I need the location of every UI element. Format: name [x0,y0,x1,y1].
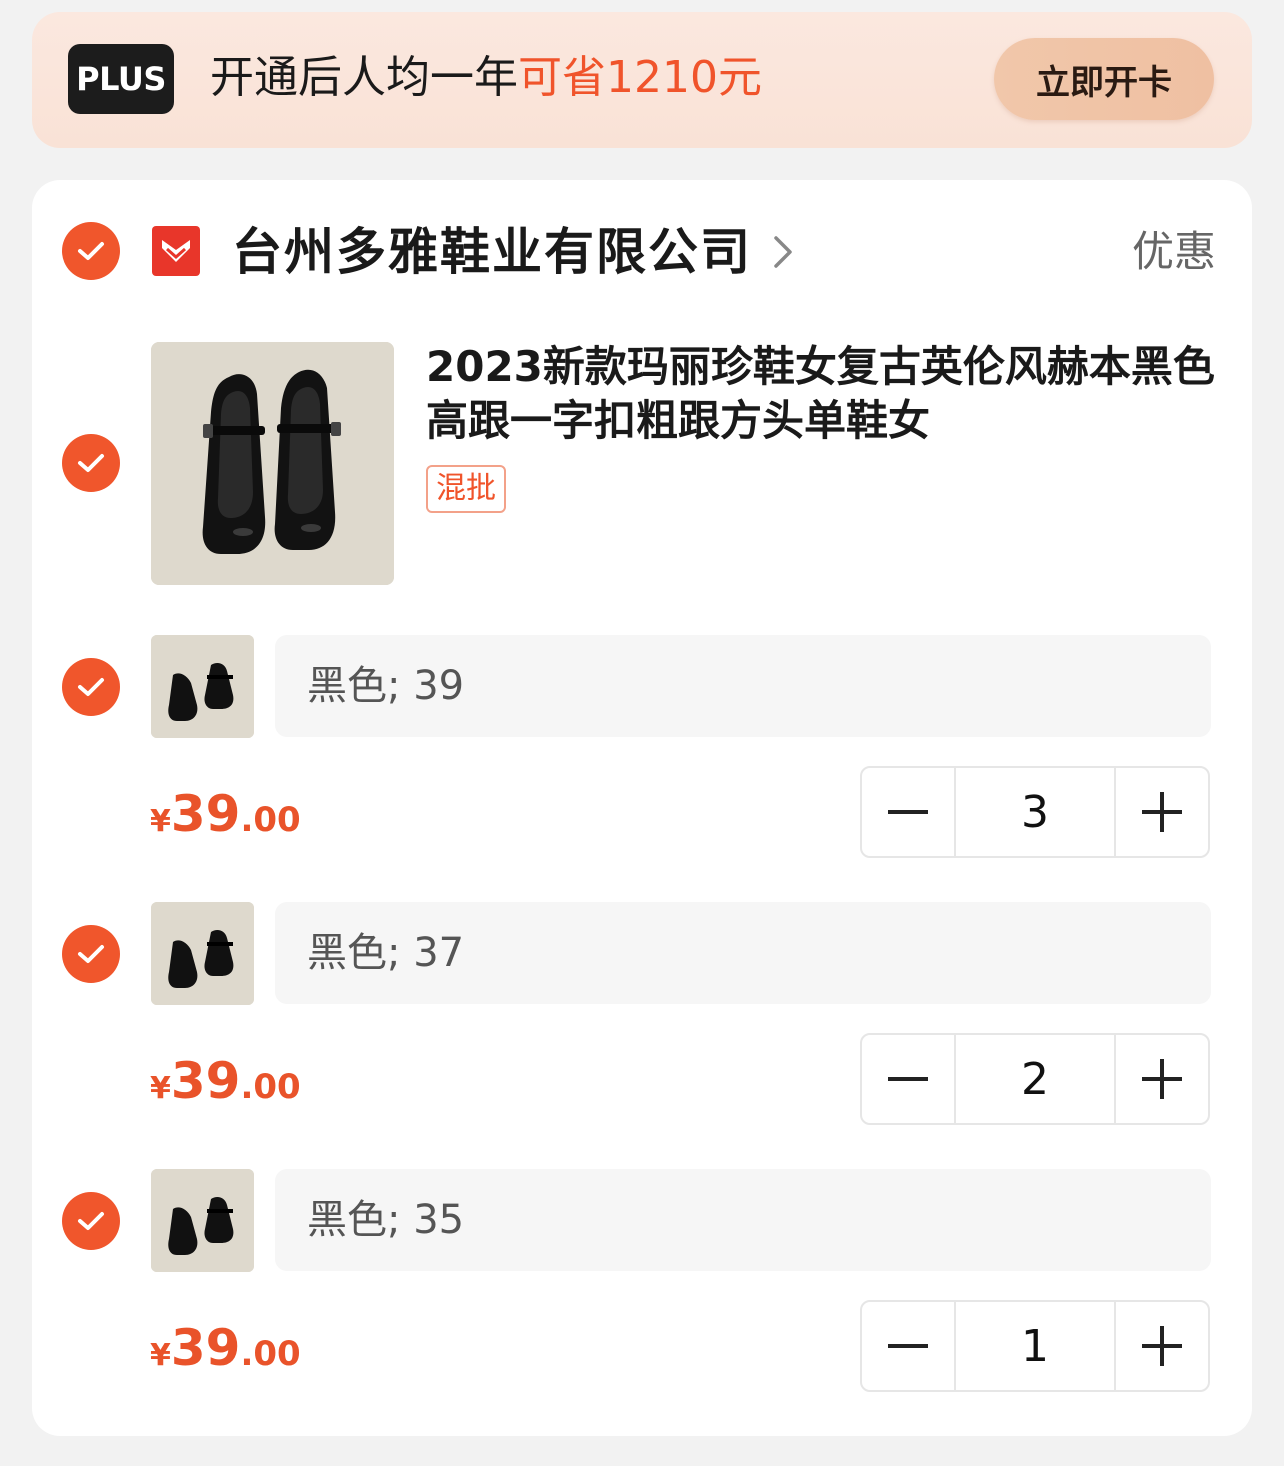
quantity-value[interactable]: 2 [954,1035,1116,1123]
quantity-value[interactable]: 1 [954,1302,1116,1390]
decrease-button[interactable] [862,768,954,856]
checkmark-icon [78,1212,104,1230]
shop-select-checkbox[interactable] [62,222,120,280]
quantity-stepper: 3 [860,766,1210,858]
product-select-checkbox[interactable] [62,434,120,492]
open-card-button[interactable]: 立即开卡 [994,38,1214,120]
sku-spec-text: 黑色; 37 [307,930,465,976]
shop-name[interactable]: 台州多雅鞋业有限公司 [232,218,752,286]
price-currency: ¥ [150,1338,171,1373]
plus-icon [1142,1326,1182,1366]
discount-link[interactable]: 优惠 [1132,222,1216,282]
chevron-right-icon[interactable] [768,232,798,272]
plus-icon [1142,792,1182,832]
sku-spec-selector[interactable]: 黑色; 37 [275,902,1211,1004]
increase-button[interactable] [1116,1035,1208,1123]
quantity-stepper: 1 [860,1300,1210,1392]
sku-price: ¥39.00 [150,1318,301,1390]
plus-membership-banner: PLUS 开通后人均一年可省1210元 立即开卡 [32,12,1252,148]
mixed-wholesale-tag: 混批 [426,465,506,513]
sku-spec-selector[interactable]: 黑色; 39 [275,635,1211,737]
product-image[interactable] [151,342,394,585]
plus-logo: PLUS [68,44,174,114]
checkmark-icon [78,678,104,696]
minus-icon [888,810,928,814]
plus-promo-prefix: 开通后人均一年 [210,52,518,103]
price-decimal: .00 [240,1334,301,1374]
sku-price: ¥39.00 [150,784,301,856]
shop-logo-icon [152,226,200,276]
sku-price: ¥39.00 [150,1051,301,1123]
plus-promo-text: 开通后人均一年可省1210元 [210,46,762,110]
sku-select-checkbox[interactable] [62,1192,120,1250]
quantity-stepper: 2 [860,1033,1210,1125]
plus-promo-highlight: 可省1210元 [518,52,762,103]
checkmark-icon [78,945,104,963]
sku-thumbnail [151,635,254,738]
price-decimal: .00 [240,1067,301,1107]
price-decimal: .00 [240,800,301,840]
price-currency: ¥ [150,1071,171,1106]
price-currency: ¥ [150,804,171,839]
shop-cart-card: 台州多雅鞋业有限公司 优惠 2023新款玛丽珍鞋女复古英伦风赫本黑色高跟一字扣粗… [32,180,1252,1436]
sku-thumbnail [151,902,254,1005]
price-integer: 39 [170,1319,241,1377]
sku-spec-selector[interactable]: 黑色; 35 [275,1169,1211,1271]
increase-button[interactable] [1116,768,1208,856]
minus-icon [888,1077,928,1081]
plus-icon [1142,1059,1182,1099]
product-title[interactable]: 2023新款玛丽珍鞋女复古英伦风赫本黑色高跟一字扣粗跟方头单鞋女 [426,340,1216,448]
checkmark-icon [78,454,104,472]
price-integer: 39 [170,1052,241,1110]
checkmark-icon [78,242,104,260]
decrease-button[interactable] [862,1302,954,1390]
sku-select-checkbox[interactable] [62,658,120,716]
decrease-button[interactable] [862,1035,954,1123]
sku-thumbnail [151,1169,254,1272]
quantity-value[interactable]: 3 [954,768,1116,856]
price-integer: 39 [170,785,241,843]
sku-select-checkbox[interactable] [62,925,120,983]
increase-button[interactable] [1116,1302,1208,1390]
sku-spec-text: 黑色; 39 [307,663,465,709]
sku-spec-text: 黑色; 35 [307,1197,465,1243]
minus-icon [888,1344,928,1348]
